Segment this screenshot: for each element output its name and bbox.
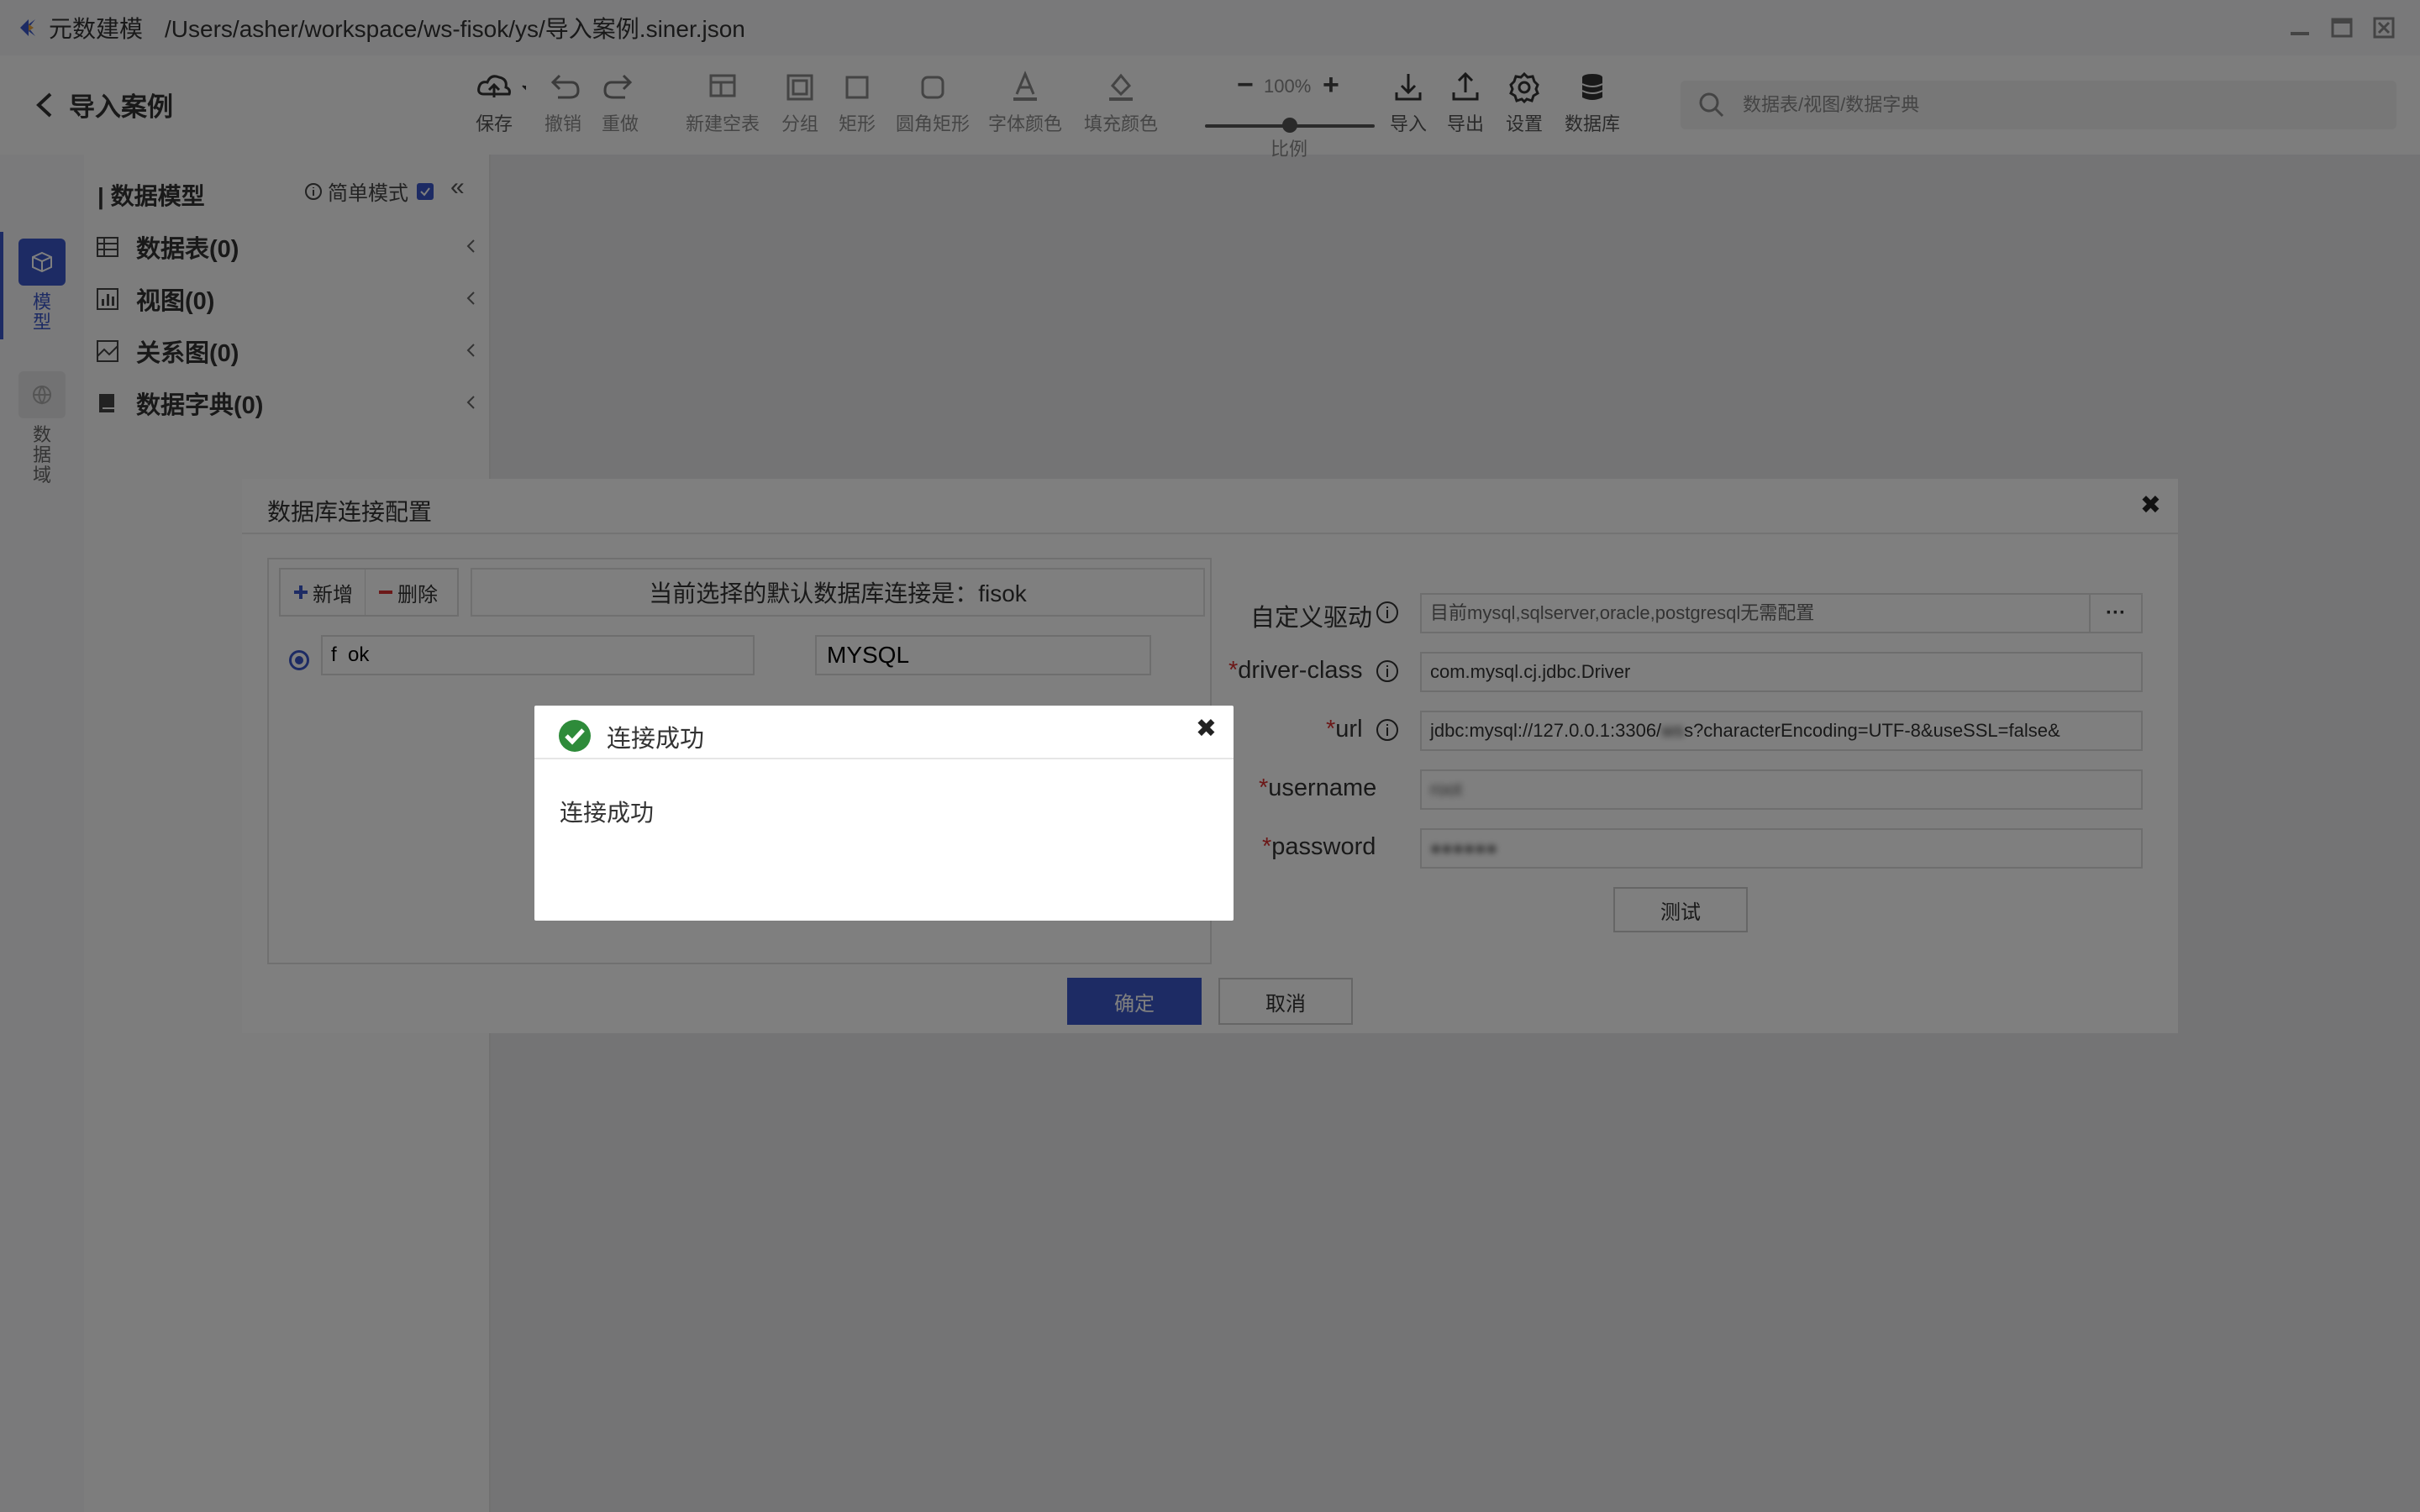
popup-header: 连接成功 ✖ — [534, 706, 1234, 759]
close-icon[interactable]: ✖ — [1196, 714, 1217, 743]
success-popup: 连接成功 ✖ 连接成功 — [534, 706, 1234, 921]
popup-title: 连接成功 — [607, 726, 705, 753]
check-circle-icon — [559, 720, 591, 752]
popup-message: 连接成功 — [560, 800, 655, 826]
